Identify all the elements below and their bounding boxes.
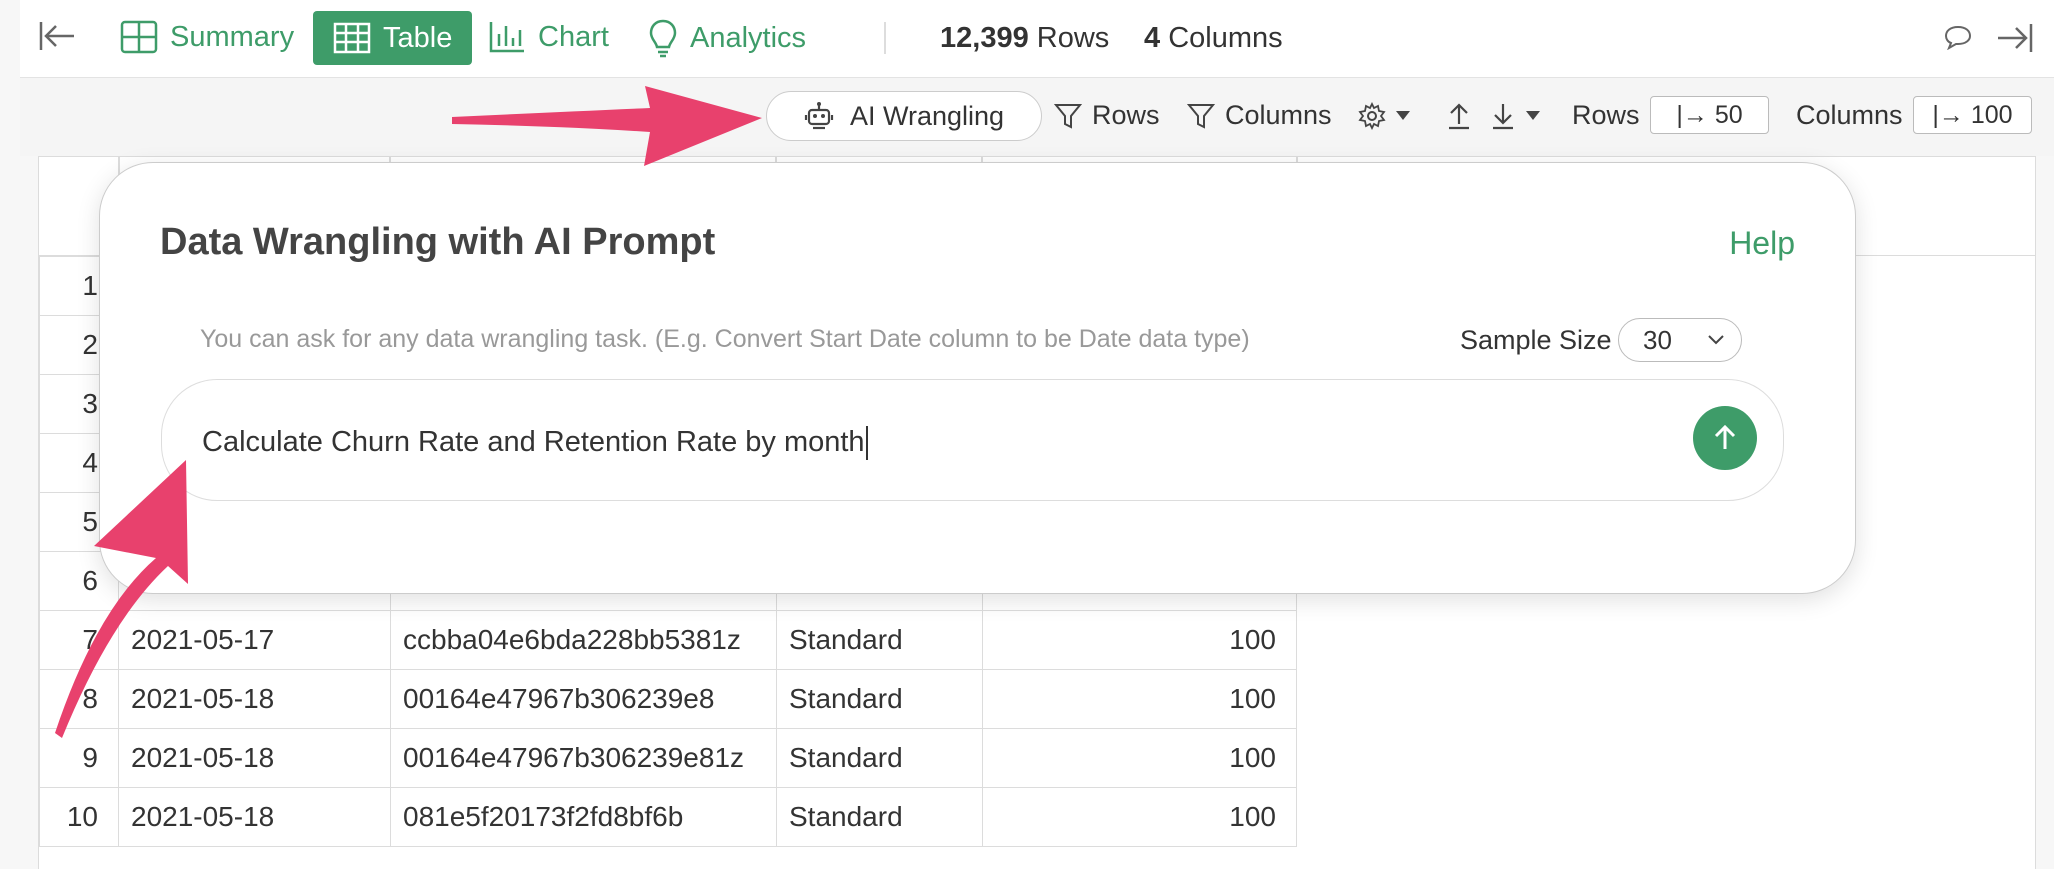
tab-analytics-label: Analytics <box>690 21 807 54</box>
row-count: 12,399 Rows <box>940 22 1110 54</box>
column-count: 4 Columns <box>1144 22 1283 54</box>
tab-summary[interactable]: Summary <box>120 20 294 54</box>
id-cell: 081e5f20173f2fd8bf6b <box>390 787 777 847</box>
amount-cell: 100 <box>982 787 1297 847</box>
ai-wrangling-label: AI Wrangling <box>849 100 1005 131</box>
amount-cell: 100 <box>982 610 1297 670</box>
columns-filter-label: Columns <box>1225 100 1332 130</box>
ai-wrangling-button[interactable]: AI Wrangling <box>766 91 1042 141</box>
collapse-left-icon[interactable] <box>38 18 76 54</box>
gear-icon <box>1358 102 1386 130</box>
table-row: 10 2021-05-18 081e5f20173f2fd8bf6b Standard… <box>39 787 1297 847</box>
collapse-right-icon[interactable] <box>1996 20 2034 61</box>
settings-dropdown[interactable] <box>1358 102 1410 130</box>
caret-down-icon <box>1396 111 1410 120</box>
columns-limit-label: Columns <box>1796 100 1903 130</box>
comment-icon[interactable] <box>1944 24 1972 55</box>
table-icon <box>333 22 371 54</box>
tab-analytics[interactable]: Analytics <box>648 18 806 58</box>
plan-cell: Standard <box>776 610 983 670</box>
plan-cell: Standard <box>776 728 983 788</box>
sample-size-value: 30 <box>1643 324 1672 355</box>
prompt-hint: You can ask for any data wrangling task.… <box>200 325 1250 353</box>
date-cell: 2021-05-18 <box>118 787 391 847</box>
prompt-input[interactable]: Calculate Churn Rate and Retention Rate … <box>161 379 1784 501</box>
bulb-icon <box>649 19 677 58</box>
id-cell: 00164e47967b306239e8 <box>390 669 777 729</box>
rows-limit-label: Rows <box>1572 100 1640 130</box>
summary-grid-icon <box>120 20 158 54</box>
send-arrow-icon <box>1714 424 1736 449</box>
prompt-text: Calculate Churn Rate and Retention Rate … <box>202 426 868 461</box>
send-button[interactable] <box>1693 406 1757 470</box>
upload-icon[interactable] <box>1446 102 1472 130</box>
plan-cell: Standard <box>776 669 983 729</box>
robot-icon <box>804 102 834 130</box>
row-number: 10 <box>39 787 119 847</box>
plan-cell: Standard <box>776 787 983 847</box>
id-cell: ccbba04e6bda228bb5381z <box>390 610 777 670</box>
chart-icon <box>489 22 524 53</box>
table-row: 8 2021-05-18 00164e47967b306239e8 Standard 1… <box>39 669 1297 729</box>
date-cell: 2021-05-18 <box>118 728 391 788</box>
columns-limit-input[interactable]: |→ 100 <box>1913 96 2032 134</box>
filter-icon <box>1187 103 1215 129</box>
chevron-down-icon <box>1708 335 1724 345</box>
rows-filter-button[interactable]: Rows <box>1054 100 1160 131</box>
tab-chart-label: Chart <box>538 20 609 53</box>
filter-icon <box>1054 103 1082 129</box>
columns-filter-button[interactable]: Columns <box>1187 100 1332 131</box>
date-cell: 2021-05-18 <box>118 669 391 729</box>
table-row: 7 2021-05-17 ccbba04e6bda228bb5381z Standar… <box>39 610 1297 670</box>
top-nav-bar: Summary Table Chart Analytics 12,399 Row… <box>20 0 2054 78</box>
sample-size-label: Sample Size <box>1460 325 1612 355</box>
tab-table-label: Table <box>383 21 453 54</box>
tab-summary-label: Summary <box>170 20 295 53</box>
rows-limit-input[interactable]: |→ 50 <box>1650 96 1769 134</box>
date-cell: 2021-05-17 <box>118 610 391 670</box>
help-link[interactable]: Help <box>1729 225 1795 262</box>
dialog-title: Data Wrangling with AI Prompt <box>160 221 716 263</box>
rows-filter-label: Rows <box>1092 100 1160 130</box>
amount-cell: 100 <box>982 669 1297 729</box>
row-number: 8 <box>39 669 119 729</box>
caret-down-icon <box>1526 111 1540 120</box>
download-icon <box>1493 104 1513 130</box>
amount-cell: 100 <box>982 728 1297 788</box>
tab-chart[interactable]: Chart <box>488 20 609 54</box>
sample-size-select[interactable]: 30 <box>1618 318 1742 362</box>
tab-table[interactable]: Table <box>313 11 473 65</box>
download-dropdown[interactable] <box>1490 102 1540 130</box>
table-toolbar: AI Wrangling Rows Columns Rows |→ 50 Col… <box>20 78 2054 156</box>
table-row: 9 2021-05-18 00164e47967b306239e81z Standar… <box>39 728 1297 788</box>
row-number: 7 <box>39 610 119 670</box>
ai-prompt-dialog: Data Wrangling with AI Prompt Help You c… <box>99 162 1856 594</box>
id-cell: 00164e47967b306239e81z <box>390 728 777 788</box>
row-number: 9 <box>39 728 119 788</box>
nav-divider <box>884 22 886 54</box>
